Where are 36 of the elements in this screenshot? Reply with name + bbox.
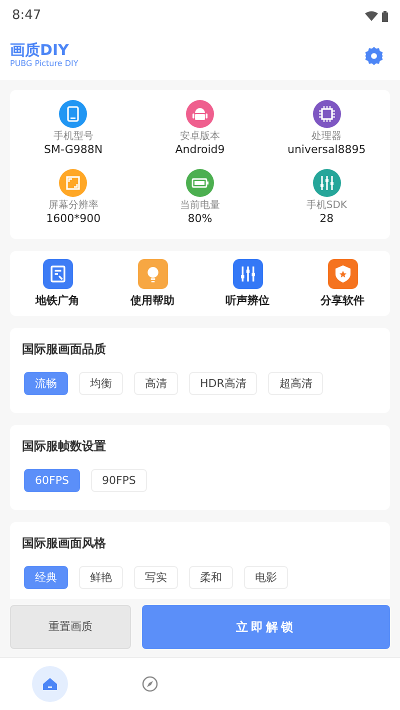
app-subtitle: PUBG Picture DIY bbox=[10, 58, 78, 70]
tool-label[interactable]: 地铁广角 bbox=[36, 292, 80, 310]
option-chip[interactable]: 鲜艳 bbox=[79, 566, 123, 590]
option-chip[interactable]: 超高清 bbox=[268, 372, 324, 396]
option-chip[interactable]: 柔和 bbox=[189, 566, 233, 590]
info-value: Android9 bbox=[175, 143, 225, 158]
info-value: SM-G988N bbox=[44, 143, 103, 158]
info-value: 80% bbox=[188, 212, 212, 227]
option-chip[interactable]: 电影 bbox=[244, 566, 288, 590]
settings-icon[interactable] bbox=[364, 46, 384, 66]
tool-label[interactable]: 听声辨位 bbox=[226, 292, 270, 310]
info-value: 28 bbox=[320, 212, 334, 227]
app-title: 画质DIY bbox=[10, 42, 70, 58]
info-label: 处理器 bbox=[312, 131, 342, 143]
info-label: 安卓版本 bbox=[180, 131, 220, 143]
option-chip[interactable]: 写实 bbox=[134, 566, 178, 590]
section-title: 国际服画面品质 bbox=[21, 341, 107, 358]
info-label: 手机SDK bbox=[306, 200, 347, 212]
section-title: 国际服画面风格 bbox=[21, 535, 107, 552]
info-value: universal8895 bbox=[287, 143, 366, 158]
option-chip[interactable]: HDR高清 bbox=[189, 372, 258, 396]
section-title: 国际服帧数设置 bbox=[21, 438, 107, 456]
compass-icon bbox=[140, 674, 160, 694]
reset-button[interactable]: 重置画质 bbox=[10, 605, 131, 649]
info-value: 1600*900 bbox=[46, 212, 101, 227]
option-chip[interactable]: 高清 bbox=[134, 372, 178, 396]
status-time: 8:47 bbox=[12, 7, 42, 26]
option-chip[interactable]: 均衡 bbox=[79, 372, 123, 396]
tool-label[interactable]: 使用帮助 bbox=[130, 292, 174, 310]
option-chip[interactable]: 90FPS bbox=[90, 469, 147, 492]
battery-icon bbox=[382, 10, 388, 22]
wifi-icon bbox=[365, 11, 378, 21]
info-label: 当前电量 bbox=[180, 200, 220, 212]
info-label: 手机型号 bbox=[53, 131, 94, 143]
tool-label[interactable]: 分享软件 bbox=[320, 292, 364, 310]
info-label: 屏幕分辨率 bbox=[48, 200, 98, 212]
